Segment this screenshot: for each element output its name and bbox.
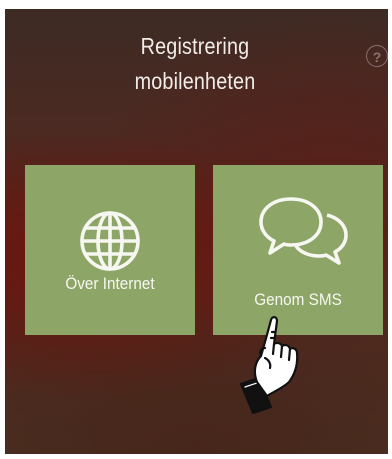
pointing-hand-icon xyxy=(239,316,299,415)
page-title-line1: Registrering xyxy=(140,33,250,59)
genom-sms-label: Genom SMS xyxy=(254,290,342,309)
registration-screen: Registrering mobilenheten ? Över Interne… xyxy=(5,9,388,454)
page-title-line2: mobilenheten xyxy=(134,68,256,94)
chat-bubbles-icon xyxy=(259,197,348,265)
over-internet-label: Över Internet xyxy=(65,274,155,293)
globe-icon xyxy=(80,211,140,271)
over-internet-button[interactable]: Över Internet xyxy=(25,165,195,335)
help-button[interactable]: ? xyxy=(366,45,388,67)
genom-sms-button[interactable]: Genom SMS xyxy=(213,165,383,335)
